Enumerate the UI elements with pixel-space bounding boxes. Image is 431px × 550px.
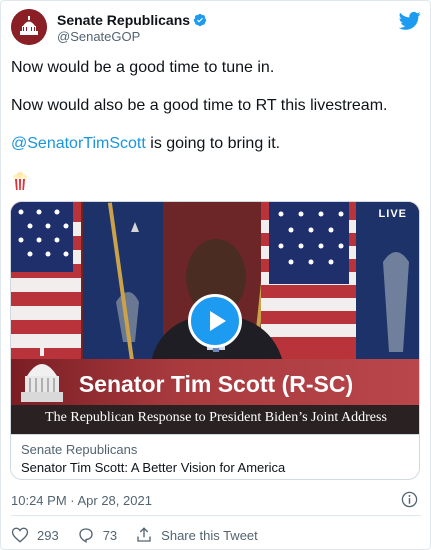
card-meta[interactable]: Senate Republicans Senator Tim Scott: A …: [11, 434, 419, 479]
tweet-text-line-2: Now would also be a good time to RT this…: [11, 97, 388, 114]
twitter-bird-icon[interactable]: [399, 11, 421, 31]
reply-bubble-icon: [79, 528, 93, 543]
play-icon: [210, 311, 226, 331]
live-badge: LIVE: [378, 208, 407, 220]
lower-third-subtitle: The Republican Response to President Bid…: [45, 410, 387, 425]
capitol-logo-icon: [11, 9, 47, 45]
verified-badge-icon: [193, 13, 207, 27]
share-button[interactable]: Share this Tweet: [135, 526, 258, 544]
account-name[interactable]: Senate Republicans: [57, 12, 190, 28]
share-label: Share this Tweet: [161, 527, 258, 543]
play-button[interactable]: [188, 294, 242, 348]
heart-icon: [11, 527, 29, 543]
tweet-text-line-3-rest: is going to bring it.: [145, 135, 281, 152]
account-handle[interactable]: @SenateGOP: [57, 29, 140, 44]
card-title: Senator Tim Scott: A Better Vision for A…: [21, 460, 286, 475]
video-card[interactable]: LIVE Senator Tim Scott (R-SC) The Republ…: [10, 201, 420, 480]
info-icon[interactable]: [401, 491, 418, 508]
lower-third-title: Senator Tim Scott (R-SC): [78, 371, 354, 397]
tweet-actions: 293 73 Share this Tweet: [11, 525, 276, 545]
like-count: 293: [37, 527, 59, 543]
reply-button[interactable]: 73: [77, 526, 117, 544]
card-source: Senate Republicans: [21, 442, 138, 457]
account-name-row[interactable]: Senate Republicans: [57, 12, 207, 28]
popcorn-icon: [13, 171, 27, 190]
like-button[interactable]: 293: [11, 526, 59, 544]
tweet-timestamp[interactable]: 10:24 PM · Apr 28, 2021: [11, 493, 152, 508]
reply-count: 73: [102, 527, 118, 543]
divider: [11, 515, 421, 516]
video-player[interactable]: LIVE Senator Tim Scott (R-SC) The Republ…: [11, 202, 419, 434]
tweet-text-line-3: @SenatorTimScott is going to bring it.: [11, 134, 280, 154]
avatar[interactable]: [11, 9, 47, 45]
tweet-card: Senate Republicans @SenateGOP Now would …: [0, 0, 431, 550]
tweet-text-line-1: Now would be a good time to tune in.: [11, 59, 275, 76]
mention-link[interactable]: @SenatorTimScott: [11, 135, 146, 152]
share-icon: [137, 527, 151, 542]
tweet-header: Senate Republicans @SenateGOP: [11, 9, 421, 45]
